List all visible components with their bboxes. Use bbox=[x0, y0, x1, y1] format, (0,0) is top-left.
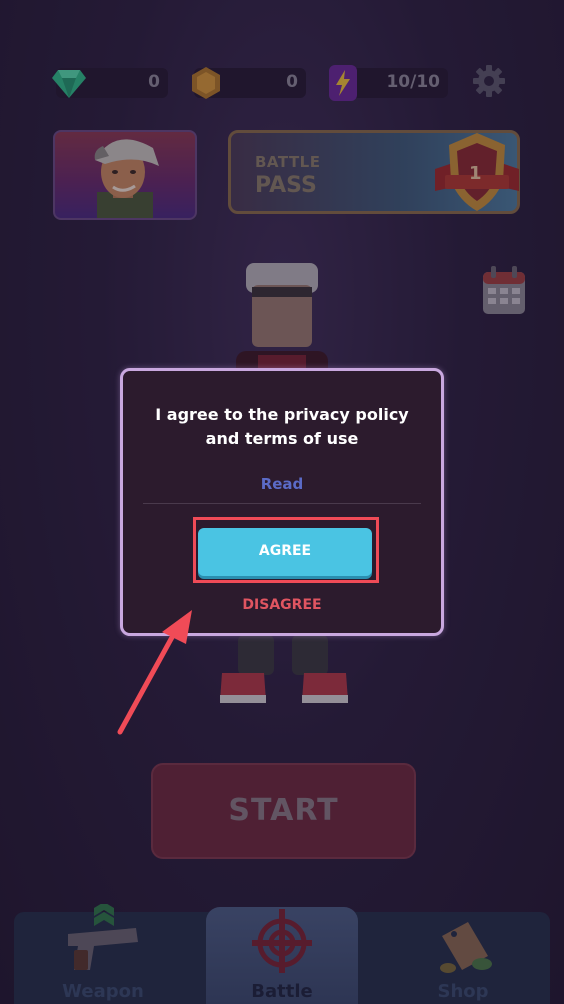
dialog-divider bbox=[143, 503, 421, 504]
annotation-arrow-icon bbox=[117, 610, 192, 735]
privacy-consent-dialog: I agree to the privacy policy and terms … bbox=[120, 368, 444, 636]
dialog-message-line1: I agree to the privacy policy bbox=[155, 405, 409, 424]
dialog-message: I agree to the privacy policy and terms … bbox=[123, 403, 441, 451]
read-link[interactable]: Read bbox=[123, 475, 441, 493]
dialog-message-line2: and terms of use bbox=[205, 429, 359, 448]
agree-button[interactable]: AGREE bbox=[198, 528, 372, 576]
